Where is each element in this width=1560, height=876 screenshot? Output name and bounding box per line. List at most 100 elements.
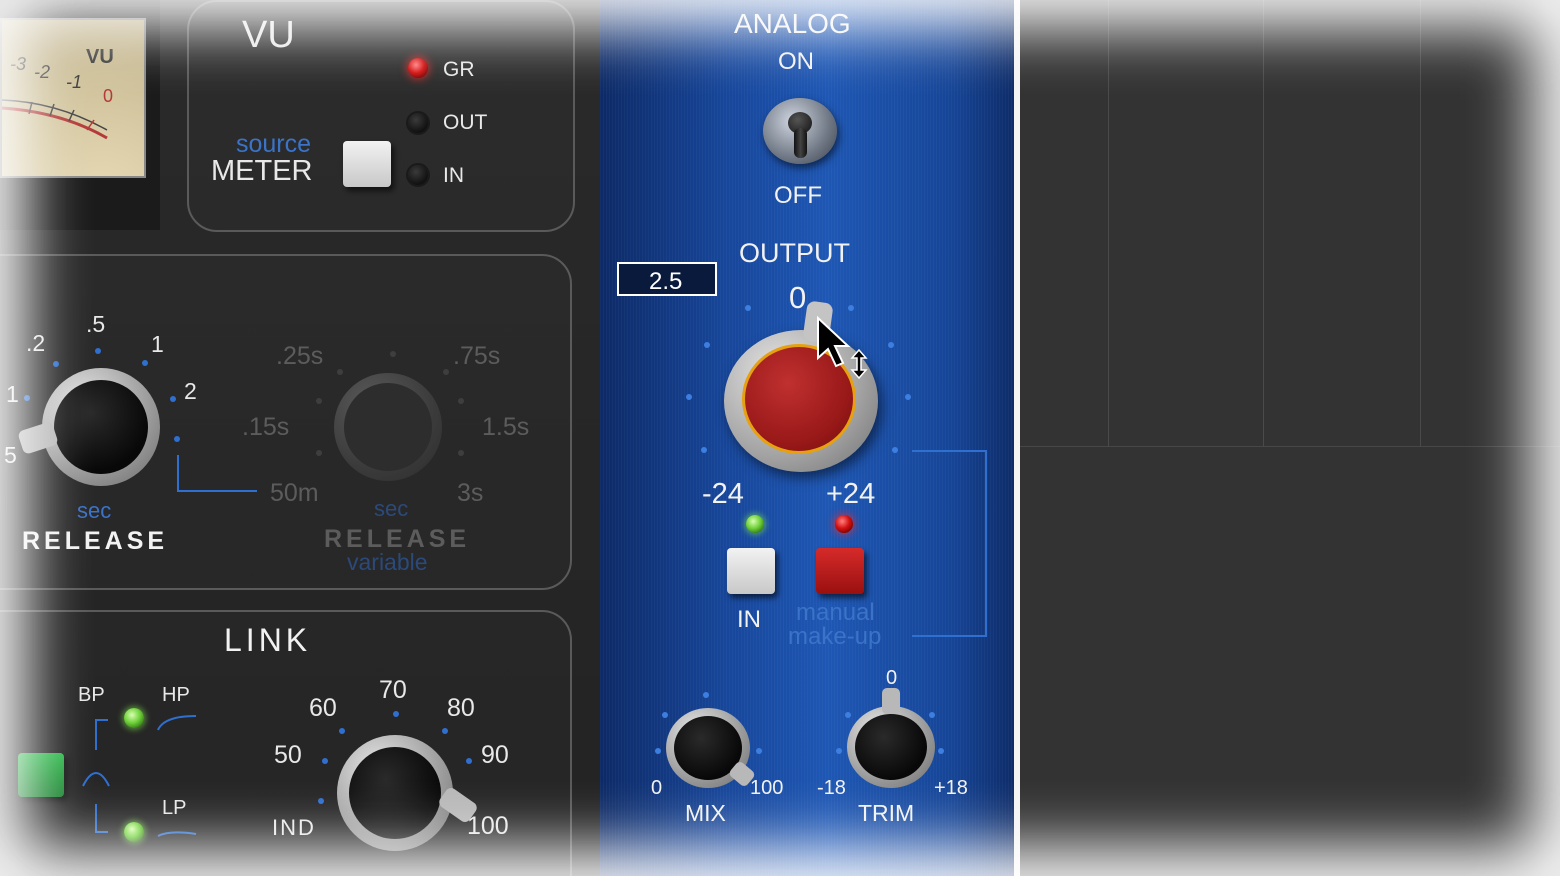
link-scale-label: 50 bbox=[274, 741, 302, 769]
vu-scale-label: -2 bbox=[34, 62, 51, 82]
release-scale-label: .5 bbox=[86, 311, 106, 337]
variable-release-scale-label: 1.5s bbox=[482, 413, 530, 441]
output-bracket bbox=[912, 450, 987, 637]
trim-label: TRIM bbox=[858, 800, 915, 826]
link-tick bbox=[339, 728, 345, 734]
link-scale-label: 80 bbox=[447, 694, 475, 722]
output-max-label: +24 bbox=[826, 478, 876, 510]
trim-knob[interactable] bbox=[847, 706, 935, 788]
filter-shape-icons bbox=[82, 715, 197, 837]
meter-source-button[interactable] bbox=[343, 141, 391, 187]
grid-line bbox=[1020, 446, 1560, 447]
hp-label: HP bbox=[162, 684, 190, 706]
makeup-label: make-up bbox=[788, 623, 882, 650]
release-bracket bbox=[177, 455, 257, 492]
trim-zero-label: 0 bbox=[886, 667, 898, 689]
release-scale-label: 2 bbox=[184, 378, 197, 404]
link-tick bbox=[393, 711, 399, 717]
in-led bbox=[408, 165, 428, 185]
vertical-resize-icon bbox=[850, 348, 868, 380]
link-title: LINK bbox=[224, 622, 312, 658]
mix-max-label: 100 bbox=[750, 777, 784, 799]
release-tick bbox=[174, 436, 180, 442]
release-scale-label: 1 bbox=[6, 381, 19, 407]
grid-line bbox=[1108, 0, 1109, 446]
mix-tick bbox=[662, 712, 668, 718]
makeup-status-led bbox=[835, 515, 853, 533]
variable-release-tick bbox=[390, 351, 396, 357]
trim-tick bbox=[836, 748, 842, 754]
compressor-plugin-window: VU -3 -2 -1 0 VU GR OUT IN source METER … bbox=[0, 0, 1560, 876]
gr-led bbox=[408, 58, 428, 78]
output-zero-label: 0 bbox=[789, 280, 807, 315]
mix-tick bbox=[756, 748, 762, 754]
variable-release-tick bbox=[316, 450, 322, 456]
variable-release-scale-label: 50m bbox=[270, 479, 319, 507]
output-tick bbox=[892, 447, 898, 453]
trim-knob-pointer bbox=[882, 688, 900, 714]
variable-release-sublabel: variable bbox=[347, 549, 428, 575]
vu-needle-scale bbox=[2, 99, 108, 140]
output-value-text: 2.5 bbox=[649, 268, 683, 295]
grid-line bbox=[1420, 0, 1421, 446]
output-tick bbox=[701, 447, 707, 453]
output-tick bbox=[905, 394, 911, 400]
release-scale-label: 5 bbox=[4, 442, 17, 468]
link-filter-button[interactable] bbox=[18, 753, 64, 797]
grid-line bbox=[1263, 0, 1264, 446]
link-scale-label: 100 bbox=[467, 812, 509, 840]
trim-max-label: +18 bbox=[934, 777, 968, 799]
output-tick bbox=[848, 305, 854, 311]
release-knob[interactable] bbox=[42, 368, 160, 486]
variable-release-tick bbox=[316, 398, 322, 404]
release-scale-label: 1 bbox=[151, 331, 164, 357]
output-panel: ANALOG ON OFF OUTPUT 2.5 0 -24 +24 IN ma… bbox=[600, 0, 1014, 876]
left-control-panel: VU -3 -2 -1 0 VU GR OUT IN source METER … bbox=[0, 0, 600, 876]
variable-release-tick bbox=[443, 369, 449, 375]
manual-makeup-button[interactable] bbox=[816, 548, 864, 594]
output-in-label: IN bbox=[737, 606, 761, 633]
link-tick bbox=[318, 798, 324, 804]
output-value-readout: 2.5 bbox=[617, 262, 717, 296]
out-led bbox=[408, 113, 428, 133]
mix-min-label: 0 bbox=[651, 777, 663, 799]
release-tick bbox=[95, 348, 101, 354]
release-label: RELEASE bbox=[22, 527, 169, 555]
release-scale-label: .2 bbox=[26, 330, 46, 356]
link-knob[interactable] bbox=[337, 735, 453, 851]
output-tick bbox=[704, 342, 710, 348]
release-tick bbox=[24, 395, 30, 401]
variable-release-scale-label: .15s bbox=[242, 413, 290, 441]
in-status-led bbox=[746, 515, 764, 533]
variable-release-tick bbox=[337, 369, 343, 375]
variable-release-tick bbox=[458, 398, 464, 404]
link-scale-label: IND bbox=[272, 815, 316, 840]
in-led-label: IN bbox=[443, 164, 464, 187]
vu-scale-label: 0 bbox=[103, 86, 114, 106]
meter-label: METER bbox=[211, 155, 313, 187]
output-tick bbox=[686, 394, 692, 400]
variable-release-unit: sec bbox=[374, 496, 409, 521]
mix-label: MIX bbox=[685, 800, 726, 826]
gr-led-label: GR bbox=[443, 58, 475, 81]
output-in-button[interactable] bbox=[727, 548, 775, 594]
link-scale-label: 90 bbox=[481, 741, 509, 769]
trim-min-label: -18 bbox=[817, 777, 846, 799]
variable-release-tick bbox=[458, 450, 464, 456]
link-tick bbox=[322, 758, 328, 764]
release-tick bbox=[170, 396, 176, 402]
bp-label: BP bbox=[78, 684, 105, 706]
analog-on-label: ON bbox=[778, 48, 814, 75]
output-title: OUTPUT bbox=[739, 238, 850, 268]
mix-tick bbox=[703, 692, 709, 698]
variable-release-knob[interactable] bbox=[334, 373, 442, 481]
release-unit: sec bbox=[77, 498, 112, 523]
output-min-label: -24 bbox=[702, 478, 744, 510]
trim-tick bbox=[938, 748, 944, 754]
link-scale-label: 70 bbox=[379, 676, 407, 704]
vu-scale-label: -1 bbox=[66, 72, 83, 92]
out-led-label: OUT bbox=[443, 111, 488, 134]
analog-toggle-switch[interactable] bbox=[763, 98, 837, 164]
variable-release-scale-label: .25s bbox=[276, 342, 324, 370]
release-tick bbox=[53, 361, 59, 367]
